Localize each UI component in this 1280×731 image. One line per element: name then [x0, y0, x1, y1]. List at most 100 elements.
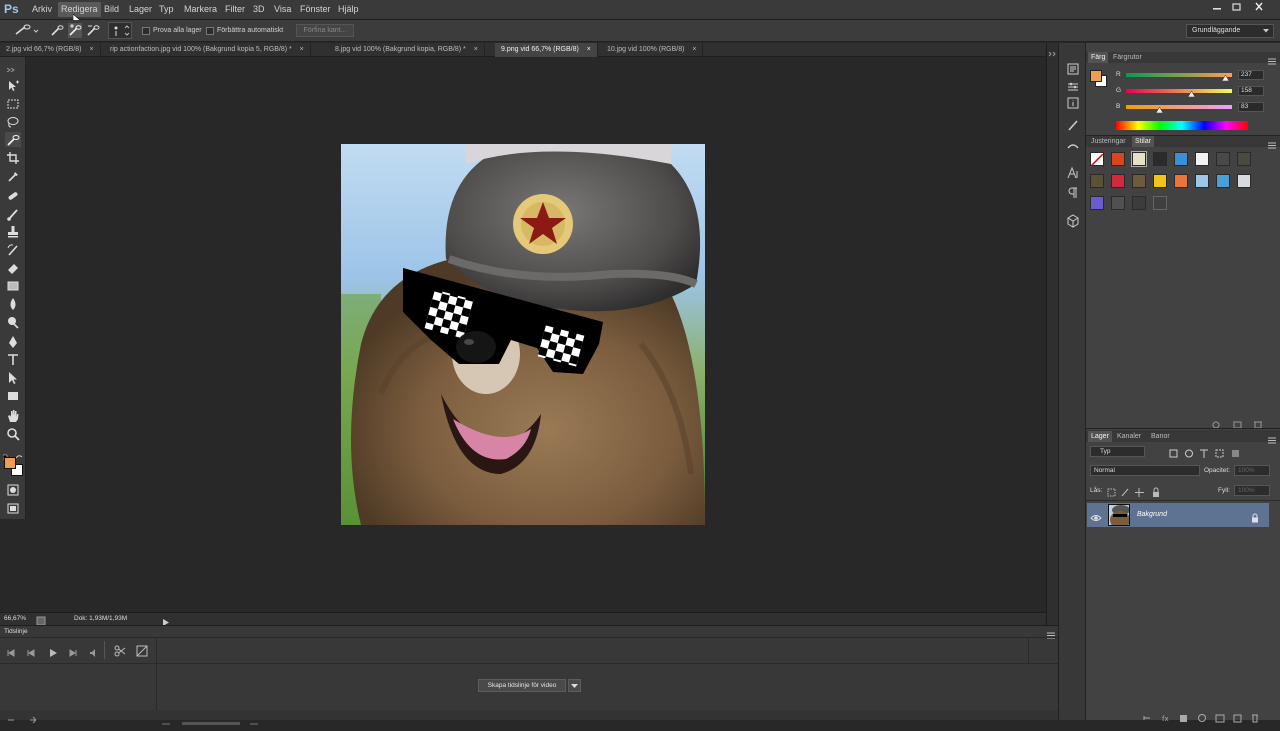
layer-filter-select[interactable]: Typ	[1090, 446, 1145, 457]
close-tab-icon[interactable]: ×	[89, 46, 93, 53]
next-frame-button[interactable]	[68, 645, 78, 657]
character-panel-button[interactable]	[1066, 166, 1080, 180]
default-colors-button[interactable]	[2, 447, 23, 460]
layers-panel-menu-button[interactable]	[1267, 432, 1277, 444]
menu-markera[interactable]: Markera	[181, 2, 220, 17]
paragraph-panel-button[interactable]	[1066, 186, 1080, 200]
document-tab-active[interactable]: 9.png vid 66,7% (RGB/8) ×	[495, 43, 598, 57]
styles-panel-menu-button[interactable]	[1267, 137, 1277, 149]
document-tab[interactable]: rip actionfaction.jpg vid 100% (Bakgrund…	[104, 43, 311, 57]
menu-typ[interactable]: Typ	[156, 2, 177, 17]
tool-preset-picker[interactable]	[12, 23, 42, 38]
menu-bild[interactable]: Bild	[101, 2, 122, 17]
lock-buttons[interactable]	[1106, 485, 1166, 497]
refine-edge-button[interactable]: Förfina kant...	[296, 24, 354, 37]
auto-enhance-checkbox[interactable]	[206, 27, 214, 35]
red-channel-value[interactable]: 237	[1238, 70, 1264, 80]
create-video-timeline-button[interactable]: Skapa tidslinje för video	[478, 679, 566, 692]
audio-button[interactable]	[88, 645, 98, 657]
brush-presets-panel-button[interactable]	[1066, 138, 1080, 152]
previous-frame-button[interactable]	[26, 645, 36, 657]
style-swatch[interactable]	[1195, 174, 1209, 188]
tab-swatches[interactable]: Färgrutor	[1110, 52, 1145, 63]
document-tab[interactable]: 2.jpg vid 66,7% (RGB/8) ×	[0, 43, 101, 57]
brush-size-picker[interactable]	[108, 22, 132, 39]
crop-tool[interactable]	[5, 150, 21, 165]
green-channel-slider[interactable]	[1126, 89, 1232, 93]
add-to-selection-mode-button[interactable]	[68, 23, 82, 38]
style-swatch[interactable]	[1111, 152, 1125, 166]
blue-channel-value[interactable]: 83	[1238, 102, 1264, 112]
pen-tool[interactable]	[5, 334, 21, 349]
style-swatch[interactable]	[1237, 152, 1251, 166]
opacity-field[interactable]: 100%	[1234, 465, 1270, 476]
tab-adjustments[interactable]: Justeringar	[1088, 136, 1129, 147]
style-swatch[interactable]	[1111, 174, 1125, 188]
info-panel-button[interactable]	[1066, 96, 1080, 110]
close-tab-icon[interactable]: ×	[474, 46, 478, 53]
style-swatch[interactable]	[1216, 152, 1230, 166]
style-swatch[interactable]	[1153, 152, 1167, 166]
style-swatch[interactable]	[1111, 196, 1125, 210]
menu-filter[interactable]: Filter	[222, 2, 248, 17]
menu-fonster[interactable]: Fönster	[297, 2, 334, 17]
document-tab[interactable]: 10.jpg vid 100% (RGB/8) ×	[601, 43, 704, 57]
style-swatch[interactable]	[1195, 152, 1209, 166]
toolbox-collapse-handle[interactable]	[4, 59, 22, 73]
history-brush-tool[interactable]	[5, 242, 21, 257]
color-panel-menu-button[interactable]	[1267, 53, 1277, 65]
document-image[interactable]	[341, 144, 705, 525]
eraser-tool[interactable]	[5, 260, 21, 275]
marquee-tool[interactable]	[5, 96, 21, 111]
style-swatch[interactable]	[1174, 174, 1188, 188]
healing-brush-tool[interactable]	[5, 188, 21, 203]
zoom-tool[interactable]	[5, 426, 21, 441]
style-swatch[interactable]	[1131, 151, 1147, 167]
tab-layers[interactable]: Lager	[1088, 431, 1112, 442]
menu-arkiv[interactable]: Arkiv	[29, 2, 55, 17]
zoom-level[interactable]: 66,67%	[4, 614, 34, 623]
tab-styles[interactable]: Stilar	[1132, 136, 1154, 147]
minimize-button[interactable]	[1208, 1, 1226, 13]
screen-mode-button[interactable]	[5, 500, 21, 515]
menu-hjalp[interactable]: Hjälp	[335, 2, 362, 17]
gradient-tool[interactable]	[5, 278, 21, 293]
tab-channels[interactable]: Kanaler	[1114, 431, 1144, 442]
brush-panel-button[interactable]	[1066, 118, 1080, 132]
collapse-timeline-button[interactable]	[1048, 44, 1056, 57]
close-tab-icon[interactable]: ×	[692, 46, 696, 53]
eyedropper-tool[interactable]	[5, 168, 21, 183]
workspace-select[interactable]: Grundläggande	[1186, 24, 1274, 38]
layers-panel-footer[interactable]: fx	[1140, 710, 1280, 723]
quick-mask-button[interactable]	[5, 482, 21, 497]
tab-color[interactable]: Färg	[1088, 52, 1109, 63]
style-swatch[interactable]	[1153, 174, 1167, 188]
shape-tool[interactable]	[5, 388, 21, 403]
red-channel-slider[interactable]	[1126, 73, 1232, 77]
green-channel-value[interactable]: 158	[1238, 86, 1264, 96]
style-swatch[interactable]	[1132, 196, 1146, 210]
sample-all-layers-checkbox[interactable]	[142, 27, 150, 35]
type-tool[interactable]	[5, 352, 21, 367]
move-tool[interactable]	[5, 78, 21, 93]
quick-selection-tool[interactable]	[5, 132, 21, 147]
close-window-button[interactable]	[1250, 1, 1268, 13]
hand-tool[interactable]	[5, 408, 21, 423]
layer-visibility-toggle[interactable]	[1090, 510, 1102, 521]
transition-button[interactable]	[136, 644, 148, 657]
status-menu-button[interactable]	[36, 613, 46, 626]
style-swatch[interactable]	[1174, 152, 1188, 166]
properties-panel-button[interactable]	[1066, 80, 1080, 94]
split-at-playhead-button[interactable]	[114, 644, 126, 657]
document-tab[interactable]: 8.jpg vid 100% (Bakgrund kopia, RGB/8) *…	[329, 43, 485, 57]
layer-name[interactable]: Bakgrund	[1137, 510, 1167, 520]
blue-channel-slider[interactable]	[1126, 105, 1232, 109]
go-to-first-frame-button[interactable]	[6, 645, 16, 657]
color-panel-foreground-swatch[interactable]	[1090, 70, 1102, 82]
restore-button[interactable]	[1228, 1, 1246, 13]
timeline-menu-button[interactable]	[1046, 627, 1056, 639]
history-panel-button[interactable]	[1066, 62, 1080, 76]
dodge-tool[interactable]	[5, 314, 21, 329]
menu-visa[interactable]: Visa	[271, 2, 294, 17]
clone-stamp-tool[interactable]	[5, 224, 21, 239]
